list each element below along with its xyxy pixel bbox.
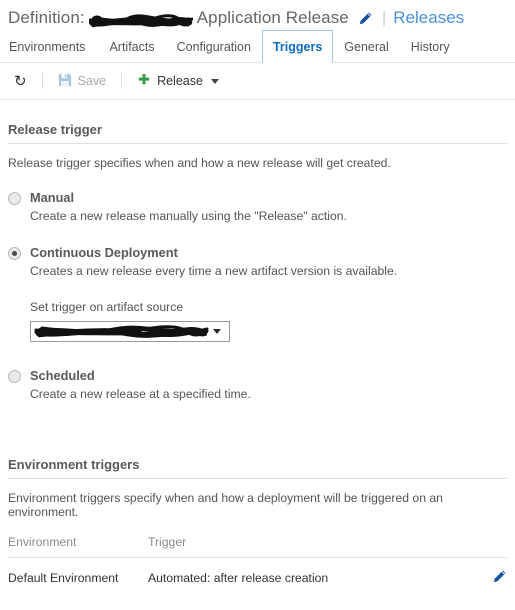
artifact-source-dropdown[interactable]: [30, 321, 230, 342]
tab-environments[interactable]: Environments: [8, 30, 98, 63]
cell-environment-name: Default Environment: [8, 571, 119, 585]
tab-label: Triggers: [272, 39, 323, 54]
environment-triggers-title: Environment triggers: [8, 457, 140, 472]
radio-continuous-deployment-label[interactable]: Continuous Deployment: [30, 245, 178, 260]
tab-label: General: [344, 40, 389, 54]
tab-history[interactable]: History: [400, 30, 461, 63]
radio-scheduled[interactable]: [8, 370, 21, 383]
table-row: Default Environment Automated: after rel…: [8, 558, 507, 588]
radio-manual-label[interactable]: Manual: [30, 190, 74, 205]
release-trigger-title: Release trigger: [8, 122, 102, 137]
environment-triggers-description: Environment triggers specify when and ho…: [8, 491, 443, 519]
radio-scheduled-description: Create a new release at a specified time…: [30, 387, 251, 401]
definition-suffix: Application Release: [196, 8, 349, 27]
tab-general[interactable]: General: [333, 30, 399, 63]
page-header: Definition: Application Release | Releas…: [0, 0, 515, 30]
column-header-trigger: Trigger: [148, 535, 467, 558]
releases-link[interactable]: Releases: [393, 8, 464, 28]
save-label: Save: [77, 74, 107, 88]
artifact-source-value-redacted: [31, 322, 209, 341]
tab-label: Environments: [9, 40, 86, 54]
radio-option-manual[interactable]: Manual: [8, 190, 507, 205]
toolbar: ↻ Save Release: [0, 63, 515, 100]
section-divider: [8, 478, 507, 479]
table-header-row: Environment Trigger: [8, 535, 507, 558]
content-area: Release trigger Release trigger specifie…: [0, 122, 515, 587]
save-button[interactable]: Save: [52, 70, 113, 93]
definition-name-redacted: [88, 13, 193, 28]
header-separator: |: [381, 8, 387, 27]
toolbar-divider: [41, 73, 43, 89]
chevron-down-icon: [210, 78, 219, 84]
release-trigger-description: Release trigger specifies when and how a…: [8, 156, 391, 170]
edit-environment-trigger-pencil-icon[interactable]: [492, 569, 507, 584]
section-divider: [8, 143, 507, 144]
tab-label: Artifacts: [109, 40, 155, 54]
radio-option-continuous-deployment[interactable]: Continuous Deployment: [8, 245, 507, 260]
radio-manual-description: Create a new release manually using the …: [30, 209, 347, 223]
radio-continuous-deployment[interactable]: [8, 247, 21, 260]
save-floppy-icon: [58, 73, 72, 90]
chevron-down-icon: [213, 329, 221, 334]
tab-triggers[interactable]: Triggers: [261, 30, 334, 63]
refresh-button[interactable]: ↻: [8, 71, 33, 92]
environment-triggers-table: Environment Trigger Default Environment …: [8, 535, 507, 587]
release-label: Release: [157, 74, 203, 88]
tab-configuration[interactable]: Configuration: [166, 30, 262, 63]
plus-icon: [137, 73, 151, 90]
radio-scheduled-label[interactable]: Scheduled: [30, 368, 95, 383]
tab-label: Configuration: [176, 40, 251, 54]
artifact-source-field: Set trigger on artifact source: [30, 300, 507, 342]
tab-bar: Environments Artifacts Configuration Tri…: [0, 30, 515, 63]
edit-definition-pencil-icon[interactable]: [358, 11, 373, 26]
column-header-environment: Environment: [8, 535, 148, 558]
release-button[interactable]: Release: [131, 70, 225, 93]
refresh-icon: ↻: [14, 72, 27, 90]
radio-manual[interactable]: [8, 192, 21, 205]
tab-artifacts[interactable]: Artifacts: [98, 30, 165, 63]
column-header-actions: [467, 535, 507, 558]
definition-prefix: Definition:: [8, 8, 85, 27]
cell-trigger-value: Automated: after release creation: [148, 571, 329, 585]
tab-label: History: [410, 40, 450, 54]
radio-continuous-deployment-description: Creates a new release every time a new a…: [30, 264, 398, 278]
radio-option-scheduled[interactable]: Scheduled: [8, 368, 507, 383]
artifact-source-label: Set trigger on artifact source: [30, 300, 184, 314]
cell-edit-action[interactable]: [467, 558, 507, 588]
toolbar-divider: [121, 73, 123, 89]
